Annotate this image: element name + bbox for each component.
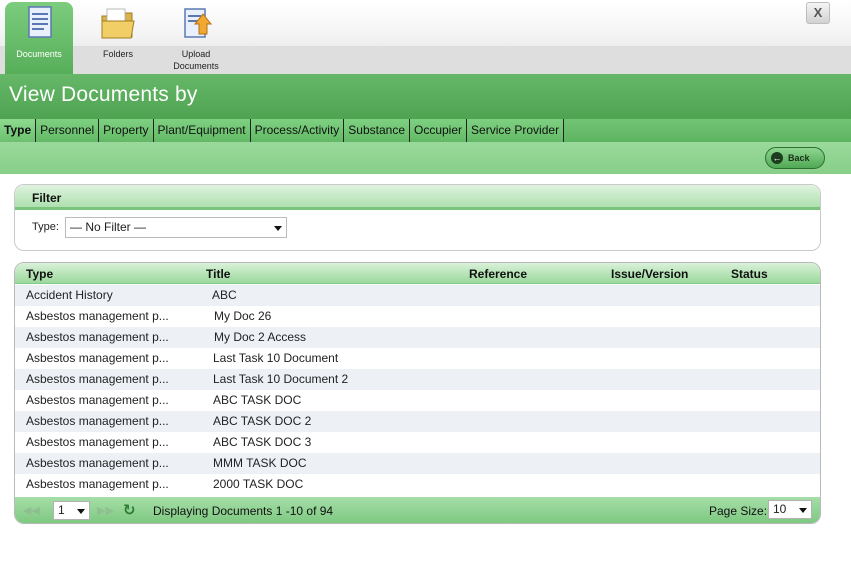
- page-select[interactable]: 1: [53, 501, 90, 520]
- cell-title: Last Task 10 Document 2: [213, 372, 349, 386]
- cell-type: Asbestos management p...: [26, 456, 169, 470]
- upload-documents-button[interactable]: Upload Documents: [162, 2, 230, 74]
- page-size-value: 10: [773, 502, 787, 516]
- filter-panel: Filter Type: — No Filter —: [14, 184, 821, 251]
- cell-title: MMM TASK DOC: [213, 456, 307, 470]
- grid-pager: ◀◀ 1 ▶▶ ↻ Displaying Documents 1 -10 of …: [15, 497, 820, 523]
- table-row[interactable]: Asbestos management p... ABC TASK DOC: [15, 390, 820, 411]
- filter-title: Filter: [32, 191, 62, 205]
- grid-header: Type Title Reference Issue/Version Statu…: [15, 263, 820, 284]
- table-row[interactable]: Accident History ABC: [15, 285, 820, 306]
- cell-type: Asbestos management p...: [26, 351, 169, 365]
- back-arrow-icon: ←: [771, 152, 783, 164]
- page-number: 1: [58, 503, 65, 517]
- cell-title: ABC TASK DOC: [213, 393, 302, 407]
- tab-property[interactable]: Property: [99, 119, 154, 142]
- filter-type-label: Type:: [32, 221, 59, 233]
- chevron-down-icon: [77, 509, 85, 514]
- cell-title: 2000 TASK DOC: [213, 477, 304, 491]
- tab-plant-equipment[interactable]: Plant/Equipment: [153, 119, 251, 142]
- tab-process-activity[interactable]: Process/Activity: [250, 119, 345, 142]
- tab-service-provider[interactable]: Service Provider: [467, 119, 565, 142]
- cell-title: Last Task 10 Document: [213, 351, 339, 365]
- table-row[interactable]: Asbestos management p... ABC TASK DOC 3: [15, 432, 820, 453]
- chevron-down-icon: [274, 226, 282, 231]
- table-row[interactable]: Asbestos management p... MMM TASK DOC: [15, 453, 820, 474]
- first-page-icon[interactable]: ◀◀: [23, 504, 40, 517]
- upload-documents-label: Upload Documents: [173, 49, 219, 71]
- cell-type: Asbestos management p...: [26, 372, 169, 386]
- column-header-reference[interactable]: Reference: [469, 267, 527, 281]
- close-button[interactable]: X: [806, 2, 830, 24]
- column-header-issue-version[interactable]: Issue/Version: [611, 267, 688, 281]
- folders-icon: [101, 8, 135, 39]
- back-button[interactable]: ← Back: [765, 147, 825, 169]
- cell-title: ABC TASK DOC 3: [213, 435, 312, 449]
- documents-icon: [28, 6, 52, 38]
- cell-title: My Doc 26: [214, 309, 272, 323]
- top-toolbar: Documents Folders Upload Documents X: [0, 0, 851, 74]
- page-title: View Documents by: [9, 83, 198, 106]
- cell-type: Asbestos management p...: [26, 435, 169, 449]
- documents-grid: Type Title Reference Issue/Version Statu…: [14, 262, 821, 524]
- table-row[interactable]: Asbestos management p... ABC TASK DOC 2: [15, 411, 820, 432]
- chevron-down-icon: [799, 508, 807, 513]
- table-row[interactable]: Asbestos management p... My Doc 2 Access: [15, 327, 820, 348]
- cell-type: Asbestos management p...: [26, 477, 169, 491]
- cell-type: Accident History: [26, 288, 113, 302]
- last-page-icon[interactable]: ▶▶: [97, 504, 114, 517]
- folders-button[interactable]: Folders: [84, 2, 152, 74]
- tab-substance[interactable]: Substance: [344, 119, 410, 142]
- filter-type-select[interactable]: — No Filter —: [65, 217, 287, 238]
- column-header-type[interactable]: Type: [26, 267, 53, 281]
- table-row[interactable]: Asbestos management p... My Doc 26: [15, 306, 820, 327]
- documents-button[interactable]: Documents: [5, 2, 73, 74]
- grid-body: Accident History ABC Asbestos management…: [15, 285, 820, 497]
- tab-occupier[interactable]: Occupier: [410, 119, 468, 142]
- documents-label: Documents: [16, 49, 62, 59]
- display-count-text: Displaying Documents 1 -10 of 94: [153, 504, 334, 518]
- page-size-label: Page Size:: [709, 504, 768, 518]
- cell-type: Asbestos management p...: [26, 414, 169, 428]
- page-header: View Documents by: [0, 74, 851, 119]
- column-header-title[interactable]: Title: [206, 267, 230, 281]
- filter-panel-header: Filter: [15, 185, 820, 210]
- back-button-label: Back: [788, 153, 810, 163]
- folders-label: Folders: [102, 49, 133, 59]
- tab-type[interactable]: Type: [0, 119, 37, 142]
- table-row[interactable]: Asbestos management p... Last Task 10 Do…: [15, 369, 820, 390]
- cell-title: ABC TASK DOC 2: [213, 414, 312, 428]
- action-bar: ← Back: [0, 142, 851, 174]
- cell-title: My Doc 2 Access: [214, 330, 307, 344]
- cell-type: Asbestos management p...: [26, 309, 169, 323]
- table-row[interactable]: Asbestos management p... 2000 TASK DOC: [15, 474, 820, 495]
- tab-personnel[interactable]: Personnel: [36, 119, 100, 142]
- refresh-icon[interactable]: ↻: [123, 501, 136, 519]
- cell-type: Asbestos management p...: [26, 330, 169, 344]
- view-by-tabs: Type Personnel Property Plant/Equipment …: [0, 119, 851, 142]
- page-size-select[interactable]: 10: [768, 500, 812, 519]
- upload-documents-icon: [184, 8, 213, 38]
- table-row[interactable]: Asbestos management p... Last Task 10 Do…: [15, 348, 820, 369]
- cell-title: ABC: [212, 288, 237, 302]
- column-header-status[interactable]: Status: [731, 267, 768, 281]
- cell-type: Asbestos management p...: [26, 393, 169, 407]
- filter-type-value: — No Filter —: [70, 220, 147, 234]
